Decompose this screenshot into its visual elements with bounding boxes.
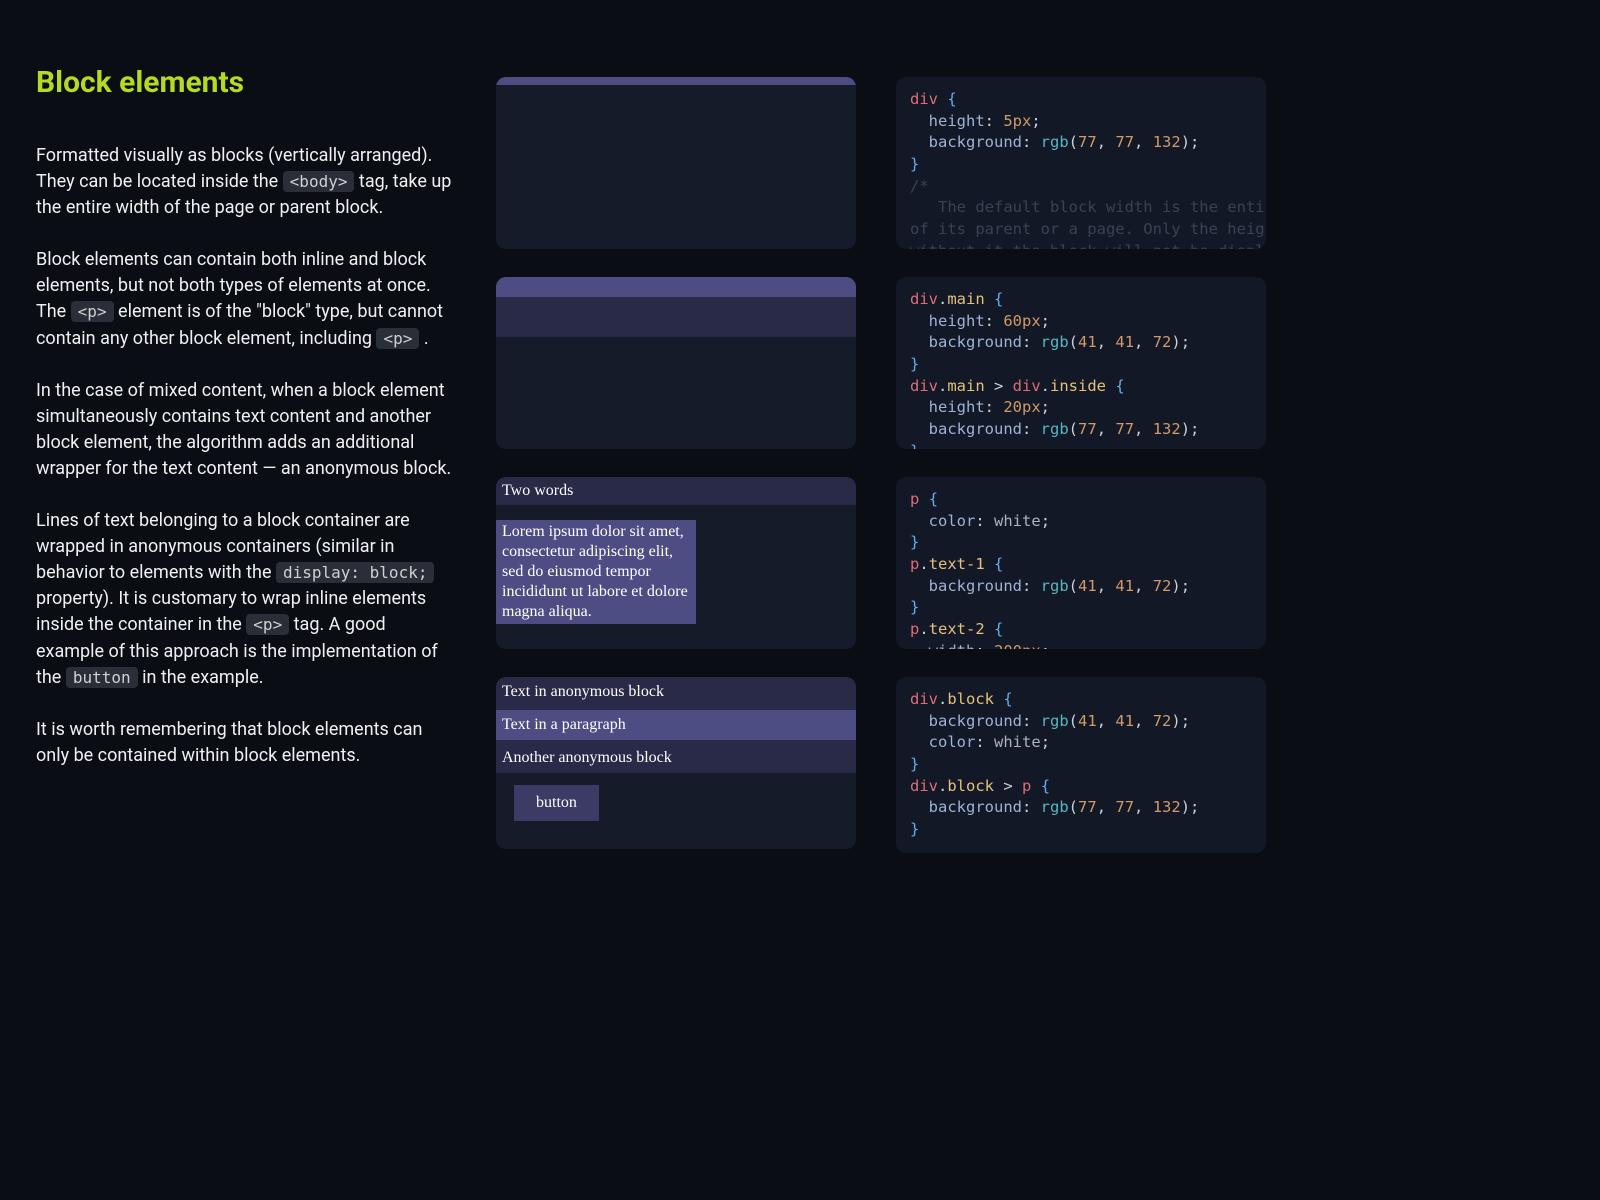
code-sample-1: div { height: 5px; background: rgb(77, 7… <box>896 77 1266 249</box>
anonymous-block-2: Another anonymous block <box>496 743 856 773</box>
demo-nested-blocks <box>496 277 856 449</box>
demo-column: Two words Lorem ipsum dolor sit amet, co… <box>496 35 856 877</box>
text-column: Block elements Formatted visually as blo… <box>36 35 456 795</box>
demo-div-5px <box>496 77 856 85</box>
paragraph-2: Block elements can contain both inline a… <box>36 247 456 351</box>
code-body-tag: <body> <box>283 171 355 192</box>
demo-button-wrap: button <box>496 773 856 821</box>
code-sample-4: div.block { background: rgb(41, 41, 72);… <box>896 677 1266 853</box>
page-title: Block elements <box>36 60 456 105</box>
paragraph-4: Lines of text belonging to a block conta… <box>36 508 456 691</box>
demo-text-2: Lorem ipsum dolor sit amet, consectetur … <box>496 520 696 624</box>
code-p-tag: <p> <box>376 328 419 349</box>
demo-height-bar <box>496 77 856 249</box>
demo-text-1: Two words <box>496 477 856 505</box>
demo-paragraph: Text in a paragraph <box>496 710 856 740</box>
code-sample-2: div.main { height: 60px; background: rgb… <box>896 277 1266 449</box>
demo-paragraphs: Two words Lorem ipsum dolor sit amet, co… <box>496 477 856 649</box>
paragraph-5: It is worth remembering that block eleme… <box>36 717 456 769</box>
code-display-block: display: block; <box>276 562 435 583</box>
intro-paragraph: Formatted visually as blocks (vertically… <box>36 143 456 221</box>
code-column: div { height: 5px; background: rgb(77, 7… <box>896 35 1266 881</box>
code-button: button <box>66 667 138 688</box>
text: in the example. <box>138 667 264 688</box>
code-sample-3: p { color: white; } p.text-1 { backgroun… <box>896 477 1266 649</box>
demo-block-container: Text in anonymous block Text in a paragr… <box>496 677 856 773</box>
text: . <box>419 328 428 349</box>
demo-outer-block <box>496 277 856 337</box>
demo-inner-block <box>496 277 856 297</box>
demo-anonymous-blocks: Text in anonymous block Text in a paragr… <box>496 677 856 849</box>
anonymous-block-1: Text in anonymous block <box>496 677 856 707</box>
code-p-tag: <p> <box>246 614 289 635</box>
paragraph-3: In the case of mixed content, when a blo… <box>36 378 456 482</box>
code-p-tag: <p> <box>71 301 114 322</box>
page-grid: Block elements Formatted visually as blo… <box>36 35 1257 881</box>
demo-button[interactable]: button <box>514 785 599 821</box>
